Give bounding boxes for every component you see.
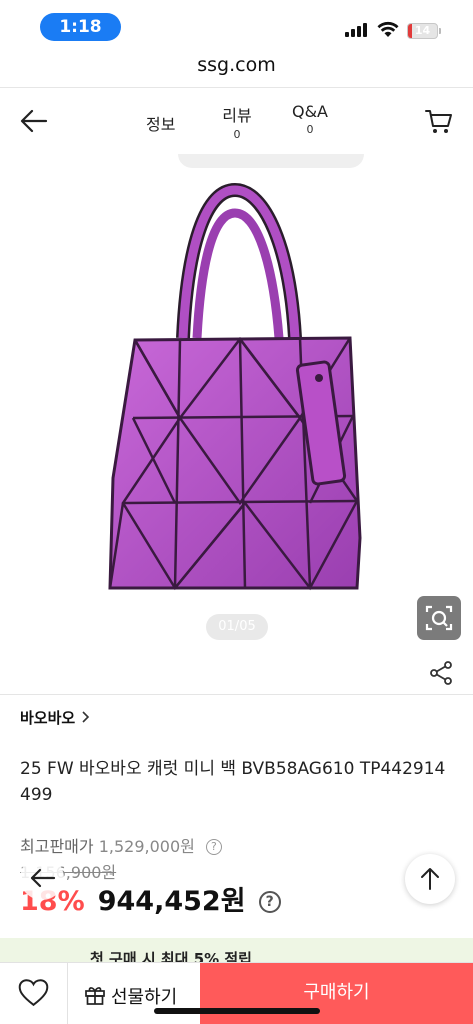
- tab-qna-count: 0: [306, 123, 314, 136]
- bottom-action-bar: 선물하기 구매하기: [0, 962, 473, 1024]
- product-image[interactable]: [95, 178, 385, 598]
- max-price-help-icon[interactable]: ?: [205, 839, 222, 855]
- sale-price-help-icon[interactable]: ?: [258, 891, 281, 913]
- image-search-button[interactable]: [417, 596, 461, 640]
- max-price-row: 최고판매가 1,529,000원 ?: [20, 833, 222, 857]
- wifi-icon: [377, 21, 399, 37]
- section-divider: [0, 694, 473, 695]
- gift-button-label: 선물하기: [111, 987, 178, 1008]
- floating-back-button[interactable]: [20, 856, 64, 900]
- gift-icon: [85, 987, 105, 1005]
- max-price-value: 1,529,000원: [98, 837, 195, 856]
- scroll-to-top-button[interactable]: [405, 854, 455, 904]
- tab-review[interactable]: 리뷰 0: [218, 102, 256, 141]
- product-nav: 정보 리뷰 0 Q&A 0: [0, 88, 473, 154]
- signal-icon: [345, 23, 369, 37]
- tab-info-label: 정보: [146, 115, 176, 134]
- tab-qna[interactable]: Q&A 0: [288, 102, 332, 136]
- gallery-page-indicator: 01/05: [206, 614, 268, 640]
- sale-price: 944,452원: [97, 886, 246, 917]
- product-title: 25 FW 바오바오 캐럿 미니 백 BVB58AG610 TP442914 4…: [20, 759, 446, 805]
- heart-icon[interactable]: [0, 963, 68, 1024]
- status-bar: 1:18 14: [0, 0, 473, 50]
- chevron-right-icon: [82, 711, 90, 723]
- tab-info[interactable]: 정보: [146, 111, 175, 135]
- gift-button[interactable]: 선물하기: [68, 963, 200, 1024]
- max-price-label: 최고판매가: [20, 837, 94, 856]
- home-indicator: [154, 1008, 320, 1014]
- tab-review-count: 0: [233, 128, 241, 141]
- share-icon[interactable]: [428, 660, 454, 686]
- tab-review-label: 리뷰: [222, 106, 252, 125]
- brand-link[interactable]: 바오바오: [20, 707, 75, 728]
- status-time: 1:18: [40, 13, 121, 41]
- battery-tip: [439, 28, 441, 34]
- tab-qna-label: Q&A: [291, 102, 328, 121]
- cart-icon[interactable]: [424, 106, 454, 136]
- battery-level: 14: [414, 24, 431, 37]
- back-arrow-icon[interactable]: [18, 107, 50, 135]
- collapsed-search-bar: [178, 154, 364, 168]
- buy-button[interactable]: 구매하기: [200, 963, 473, 1024]
- promo-banner[interactable]: 첫 구매 시 최대 5% 적립: [0, 938, 473, 964]
- address-bar[interactable]: ssg.com: [0, 50, 473, 88]
- battery-icon: 14: [407, 23, 438, 39]
